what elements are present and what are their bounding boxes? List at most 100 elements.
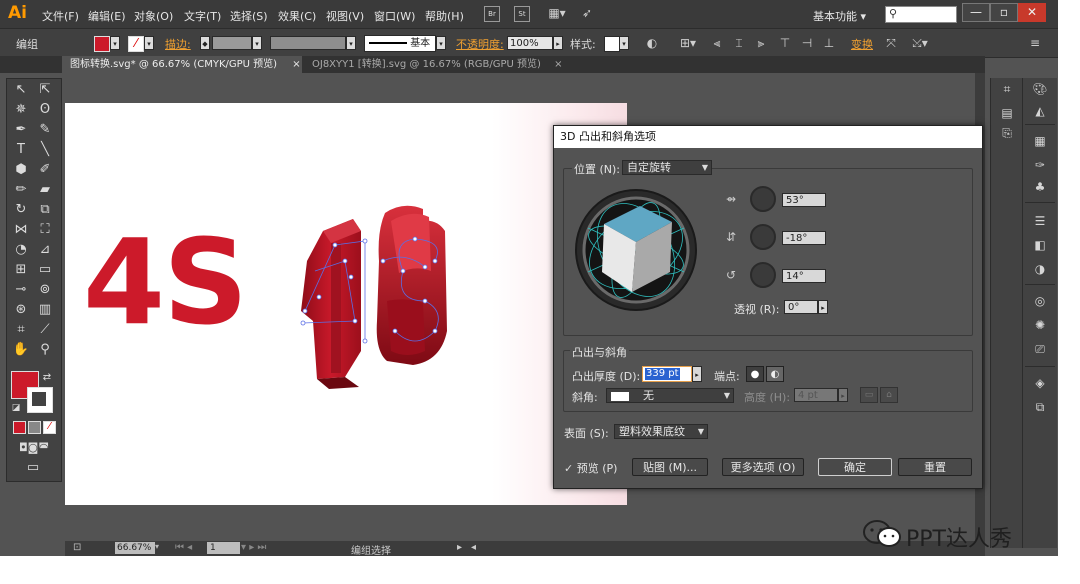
fill-swatch[interactable] [94, 36, 110, 52]
brushes-panel-icon[interactable]: ✑ [1030, 156, 1050, 174]
default-colors-icon[interactable]: ◪ [9, 399, 23, 417]
image-trace-panel-icon[interactable]: ⎚ [1030, 340, 1050, 358]
recolor-icon[interactable]: ◐ [645, 36, 659, 50]
arrange-documents-icon[interactable]: ▦▾ [546, 6, 568, 20]
maximize-button[interactable]: ▫ [990, 3, 1018, 22]
align-right-icon[interactable]: ⫸ [754, 36, 768, 50]
brush-style-dropdown-icon[interactable]: ▾ [436, 36, 446, 50]
graphic-style-dropdown-icon[interactable]: ▾ [619, 36, 629, 50]
gpu-rocket-icon[interactable]: ➶ [580, 6, 594, 20]
menu-effect[interactable]: 效果(C) [278, 8, 316, 24]
artboards-panel-icon[interactable]: ⌗ [997, 80, 1017, 98]
brush-style-field[interactable]: 基本 [364, 35, 436, 52]
status-arrow-icon[interactable]: ▸ [457, 542, 462, 553]
workspace-switcher[interactable]: 基本功能 ▾ [813, 8, 866, 24]
graphic-style-swatch[interactable] [604, 36, 620, 52]
perspective-arrow-icon[interactable]: ▸ [818, 300, 828, 314]
first-artboard-icon[interactable]: ⏮ ◂ [175, 542, 192, 553]
properties-panel-icon[interactable]: ▤ [997, 104, 1017, 122]
artboards-list-panel-icon[interactable]: ⧉ [1030, 398, 1050, 416]
depth-field[interactable]: 339 pt [642, 366, 692, 382]
align-left-icon[interactable]: ⫷ [710, 36, 724, 50]
rotate-x-knob[interactable] [750, 186, 776, 212]
tab-document-1[interactable]: 图标转换.svg* @ 66.67% (CMYK/GPU 预览) × [62, 56, 302, 73]
variable-width-field[interactable] [270, 36, 346, 50]
preview-checkbox[interactable]: ✓ 预览 (P) [564, 460, 617, 476]
stroke-color-swatch[interactable] [27, 387, 53, 413]
depth-arrow-icon[interactable]: ▸ [692, 366, 702, 382]
zoom-tool-icon[interactable]: ⚲ [35, 341, 55, 359]
tab-close-icon[interactable]: × [292, 59, 300, 70]
blend-tool-icon[interactable]: ⊚ [35, 281, 55, 299]
menu-view[interactable]: 视图(V) [326, 8, 364, 24]
panel-menu-icon[interactable]: ≡ [1028, 36, 1042, 50]
bridge-button[interactable]: Br [484, 6, 500, 22]
curvature-tool-icon[interactable]: ✎ [35, 121, 55, 139]
width-tool-icon[interactable]: ⋈ [11, 221, 31, 239]
next-artboard-icon[interactable]: ▾ ▸ ⏭ [241, 542, 266, 553]
menu-object[interactable]: 对象(O) [134, 8, 173, 24]
appearance-panel-icon[interactable]: ◎ [1030, 292, 1050, 310]
opacity-field[interactable]: 100% [507, 36, 553, 50]
menu-edit[interactable]: 编辑(E) [88, 8, 126, 24]
h-scroll-left-icon[interactable]: ◂ [471, 542, 476, 553]
fill-dropdown-icon[interactable]: ▾ [110, 36, 120, 50]
gradient-panel-icon[interactable]: ◧ [1030, 236, 1050, 254]
swatches-panel-icon[interactable]: ▦ [1030, 132, 1050, 150]
tab-document-2[interactable]: OJ8XYY1 [转换].svg @ 16.67% (RGB/GPU 预览) × [304, 56, 563, 73]
shape-builder-tool-icon[interactable]: ◔ [11, 241, 31, 259]
rotate-x-field[interactable]: 53° [782, 193, 826, 207]
align-middle-icon[interactable]: ⊣ [800, 36, 814, 50]
graphic-styles-panel-icon[interactable]: ✺ [1030, 316, 1050, 334]
menu-select[interactable]: 选择(S) [230, 8, 268, 24]
align-bottom-icon[interactable]: ⊥ [822, 36, 836, 50]
tab-close-icon[interactable]: × [554, 59, 562, 70]
color-panel-icon[interactable]: 🎨︎ [1030, 80, 1050, 98]
align-top-icon[interactable]: ⊤ [778, 36, 792, 50]
stock-button[interactable]: St [514, 6, 530, 22]
close-button[interactable]: ✕ [1018, 3, 1046, 22]
cap-off-icon[interactable]: ◐ [766, 366, 784, 382]
scale-tool-icon[interactable]: ⧉ [35, 201, 55, 219]
search-input[interactable]: ⚲ [885, 6, 957, 23]
ok-button[interactable]: 确定 [818, 458, 892, 476]
menu-type[interactable]: 文字(T) [184, 8, 221, 24]
perspective-grid-tool-icon[interactable]: ⊿ [35, 241, 55, 259]
symbols-panel-icon[interactable]: ♣ [1030, 178, 1050, 196]
rotate-z-field[interactable]: 14° [782, 269, 826, 283]
slice-tool-icon[interactable]: ⟋ [35, 321, 55, 339]
transform-label[interactable]: 变换 [851, 36, 873, 52]
minimize-button[interactable]: — [962, 3, 990, 22]
isolate-icon[interactable]: ⤧ [884, 36, 898, 50]
pen-tool-icon[interactable]: ✒ [11, 121, 31, 139]
variable-width-dropdown-icon[interactable]: ▾ [346, 36, 356, 50]
screen-mode-icon[interactable]: ▭ [21, 459, 45, 477]
eyedropper-tool-icon[interactable]: ⊸ [11, 281, 31, 299]
line-tool-icon[interactable]: ╲ [35, 141, 55, 159]
mesh-tool-icon[interactable]: ⊞ [11, 261, 31, 279]
bevel-extent-in-icon[interactable]: ⌂ [880, 387, 898, 403]
menu-help[interactable]: 帮助(H) [425, 8, 464, 24]
swap-colors-icon[interactable]: ⇄ [39, 369, 55, 387]
stroke-weight-field[interactable] [212, 36, 252, 50]
type-tool-icon[interactable]: T [11, 141, 31, 159]
stroke-label[interactable]: 描边: [165, 36, 191, 52]
direct-selection-tool-icon[interactable]: ⇱ [35, 81, 55, 99]
free-transform-tool-icon[interactable]: ⛶ [35, 221, 55, 239]
opacity-dropdown-icon[interactable]: ▸ [553, 36, 563, 50]
more-options-button[interactable]: 更多选项 (O) [722, 458, 804, 476]
bevel-dropdown[interactable]: 无 ▼ [606, 388, 734, 403]
pencil-tool-icon[interactable]: ✏ [11, 181, 31, 199]
extruded-4s-artwork[interactable] [295, 201, 475, 391]
artboard-tool-icon[interactable]: ⌗ [11, 321, 31, 339]
menu-window[interactable]: 窗口(W) [374, 8, 415, 24]
perspective-field[interactable]: 0° [784, 300, 818, 314]
reset-button[interactable]: 重置 [898, 458, 972, 476]
zoom-field[interactable]: 66.67% [115, 542, 155, 554]
rotate-z-knob[interactable] [750, 262, 776, 288]
rotate-y-field[interactable]: -18° [782, 231, 826, 245]
stroke-swatch-none-icon[interactable]: ⁄ [128, 36, 144, 52]
rotate-y-knob[interactable] [750, 224, 776, 250]
cap-on-icon[interactable]: ● [746, 366, 764, 382]
align-center-icon[interactable]: ⌶ [732, 36, 746, 50]
